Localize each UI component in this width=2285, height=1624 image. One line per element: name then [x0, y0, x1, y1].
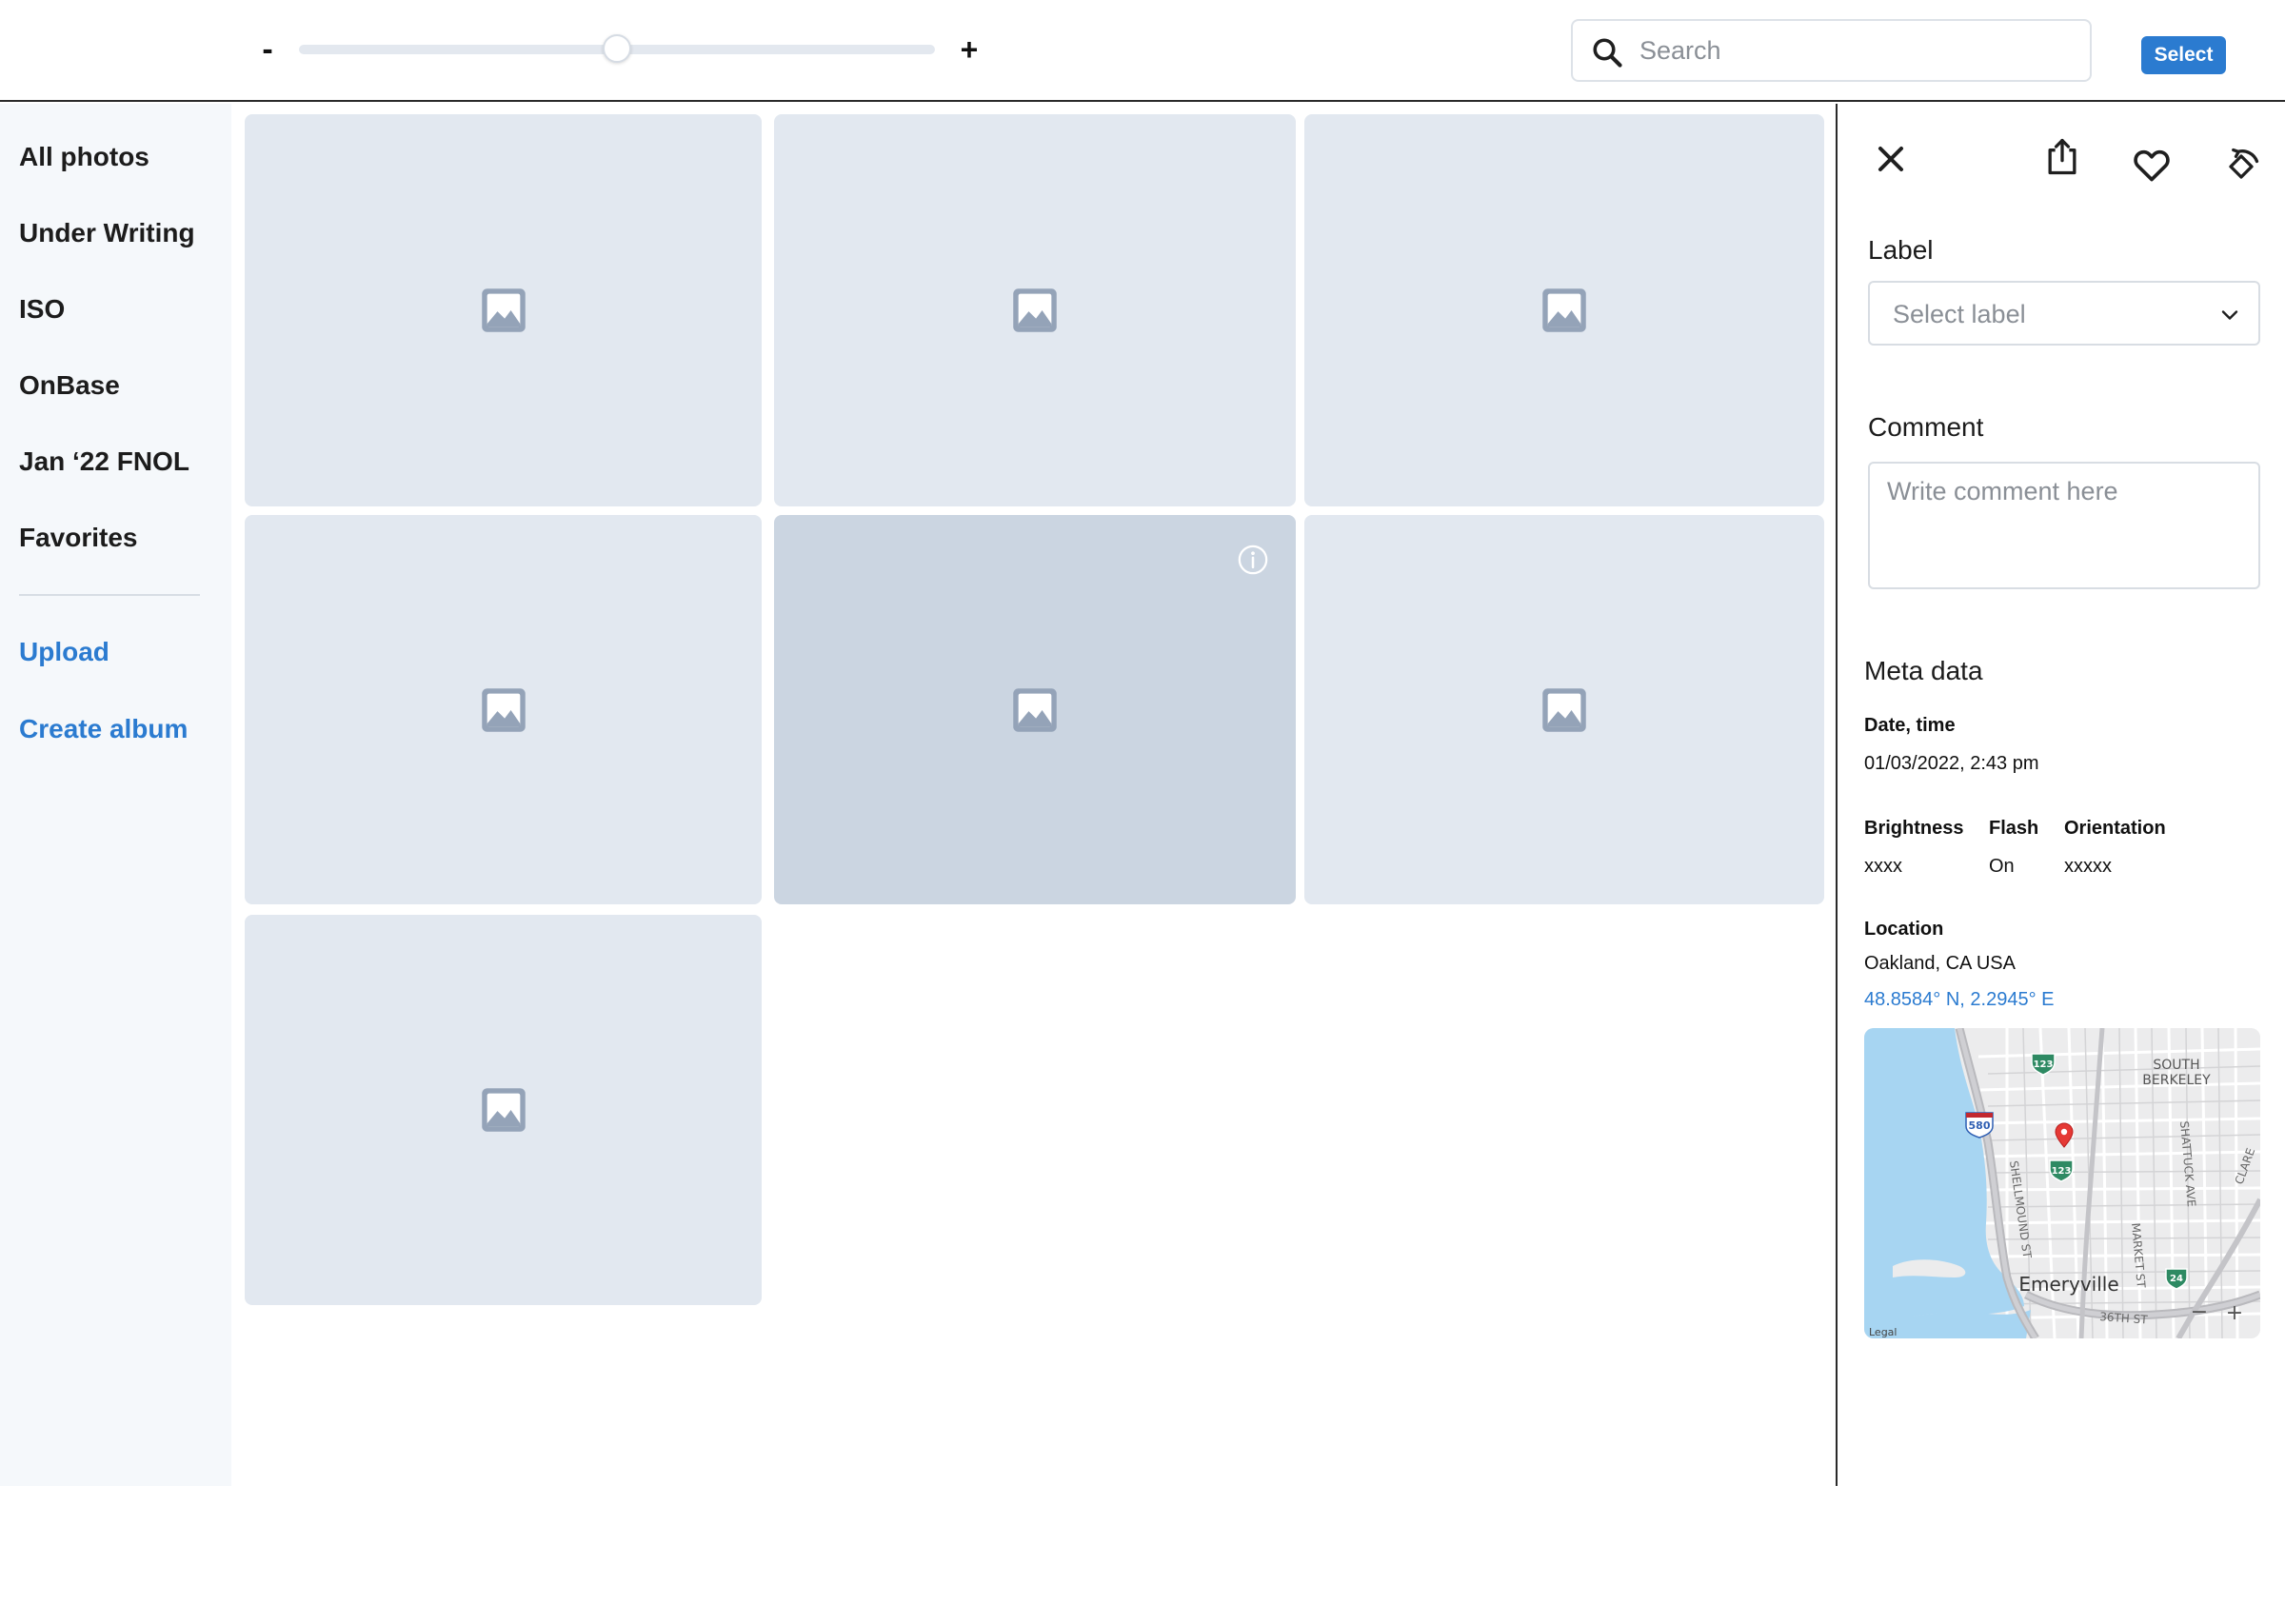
- zoom-in-button[interactable]: +: [956, 29, 983, 70]
- sidebar: All photos Under Writing ISO OnBase Jan …: [0, 104, 231, 1486]
- sidebar-divider: [19, 594, 200, 596]
- shield-580: 580: [1965, 1112, 1994, 1139]
- image-placeholder-icon: [481, 687, 526, 732]
- search-input[interactable]: [1639, 29, 2077, 72]
- map-label-emeryville: Emeryville: [2018, 1273, 2118, 1296]
- sidebar-item-onbase[interactable]: OnBase: [19, 370, 120, 401]
- photo-tile-selected[interactable]: [774, 515, 1296, 904]
- date-time-label: Date, time: [1864, 715, 1956, 736]
- coordinates-link[interactable]: 48.8584° N, 2.2945° E: [1864, 989, 2054, 1011]
- chevron-down-icon: [2221, 310, 2238, 320]
- sidebar-item-all-photos[interactable]: All photos: [19, 142, 149, 172]
- photo-tile[interactable]: [245, 114, 762, 506]
- create-album-link[interactable]: Create album: [19, 714, 188, 744]
- image-placeholder-icon: [1542, 288, 1586, 332]
- close-icon[interactable]: [1870, 138, 1912, 180]
- metadata-title: Meta data: [1864, 656, 1983, 685]
- date-time-value: 01/03/2022, 2:43 pm: [1864, 753, 2039, 774]
- map-legal-link[interactable]: Legal: [1869, 1326, 1897, 1338]
- comment-input[interactable]: [1868, 462, 2260, 589]
- photo-tile[interactable]: [774, 114, 1296, 506]
- search-box[interactable]: [1571, 19, 2092, 82]
- image-placeholder-icon: [481, 1088, 526, 1132]
- svg-text:24: 24: [2170, 1274, 2183, 1284]
- sidebar-item-under-writing[interactable]: Under Writing: [19, 218, 195, 248]
- photo-tile[interactable]: [245, 915, 762, 1305]
- map-zoom-in-button[interactable]: +: [2226, 1301, 2243, 1325]
- heart-icon[interactable]: [2131, 144, 2173, 186]
- map-graphic: 580 123 123 24 SOUTH BERKELEY Emeryville…: [1864, 1028, 2260, 1338]
- svg-text:123: 123: [2052, 1166, 2072, 1177]
- photo-tile[interactable]: [245, 515, 762, 904]
- map-label-berkeley: BERKELEY: [2142, 1073, 2211, 1088]
- upload-link[interactable]: Upload: [19, 637, 109, 667]
- label-select-placeholder: Select label: [1893, 300, 2026, 328]
- map-label-south: SOUTH: [2153, 1058, 2199, 1073]
- image-placeholder-icon: [1013, 288, 1057, 332]
- photo-tile[interactable]: [1304, 114, 1824, 506]
- map-zoom-out-button[interactable]: −: [2191, 1300, 2208, 1324]
- location-label: Location: [1864, 919, 1944, 940]
- flash-label: Flash: [1989, 818, 2039, 839]
- share-icon[interactable]: [2041, 136, 2083, 178]
- zoom-slider-handle[interactable]: [603, 34, 631, 63]
- location-map[interactable]: 580 123 123 24 SOUTH BERKELEY Emeryville…: [1864, 1028, 2260, 1338]
- brightness-value: xxxx: [1864, 856, 1902, 877]
- svg-text:123: 123: [2034, 1060, 2054, 1070]
- select-button[interactable]: Select: [2141, 36, 2226, 74]
- image-placeholder-icon: [1013, 687, 1057, 732]
- zoom-out-button[interactable]: -: [257, 29, 278, 70]
- info-icon[interactable]: [1237, 544, 1269, 576]
- sidebar-item-iso[interactable]: ISO: [19, 294, 65, 325]
- brightness-label: Brightness: [1864, 818, 1964, 839]
- image-placeholder-icon: [1542, 687, 1586, 732]
- svg-text:580: 580: [1969, 1119, 1991, 1132]
- orientation-value: xxxxx: [2064, 856, 2112, 877]
- label-select[interactable]: Select label: [1868, 281, 2260, 346]
- photo-details-panel: Label Select label Comment Meta data Dat…: [1836, 104, 2285, 1486]
- sidebar-item-favorites[interactable]: Favorites: [19, 523, 138, 553]
- photo-tile[interactable]: [1304, 515, 1824, 904]
- sidebar-item-jan-22-fnol[interactable]: Jan ‘22 FNOL: [19, 446, 189, 477]
- flash-value: On: [1989, 856, 2015, 877]
- location-value: Oakland, CA USA: [1864, 953, 2016, 974]
- comment-field-title: Comment: [1868, 412, 1984, 442]
- search-icon: [1593, 38, 1622, 68]
- orientation-label: Orientation: [2064, 818, 2166, 839]
- rotate-icon[interactable]: [2220, 146, 2262, 188]
- top-toolbar: - + Select: [0, 0, 2285, 102]
- image-placeholder-icon: [481, 288, 526, 332]
- zoom-slider[interactable]: [299, 34, 935, 63]
- label-field-title: Label: [1868, 235, 1934, 265]
